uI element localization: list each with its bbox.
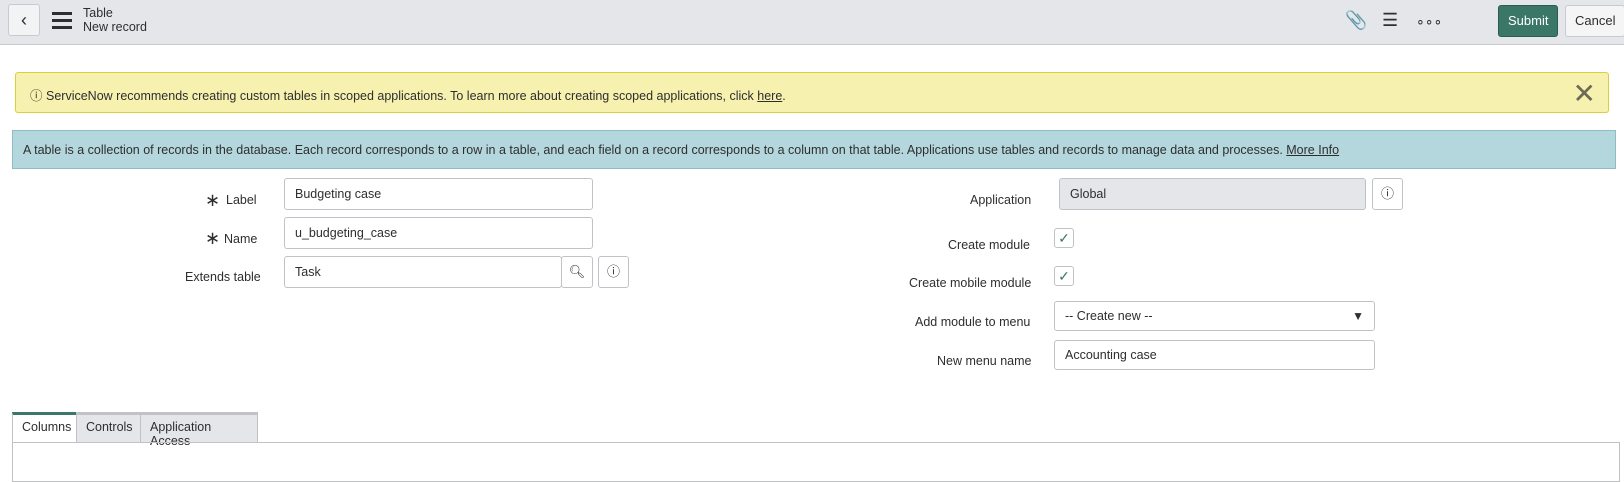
tab-columns[interactable]: Columns — [12, 412, 77, 443]
label-input[interactable]: Budgeting case — [284, 178, 593, 210]
create-mobile-module-checkbox[interactable]: ✓ — [1054, 266, 1074, 286]
record-subtitle: New record — [83, 20, 147, 34]
new-menu-name-input[interactable]: Accounting case — [1054, 340, 1375, 370]
required-icon: ∗ — [205, 228, 221, 248]
warning-text: ServiceNow recommends creating custom ta… — [46, 89, 758, 103]
extends-table-label: Extends table — [185, 270, 261, 284]
info-message: A table is a collection of records in th… — [12, 130, 1616, 169]
paperclip-icon[interactable]: 📎 — [1345, 10, 1367, 31]
label-label: Label — [226, 193, 257, 207]
tab-controls[interactable]: Controls — [76, 412, 141, 443]
table-title: Table — [83, 6, 113, 20]
name-label: Name — [224, 232, 258, 246]
hamburger-menu-icon[interactable] — [52, 12, 72, 33]
info-icon[interactable]: ⓘ — [1372, 178, 1403, 210]
selected-option: -- Create new -- — [1065, 309, 1153, 323]
warning-end: . — [782, 89, 786, 103]
here-link[interactable]: here — [757, 89, 782, 103]
alert-icon: ⓘ — [30, 89, 43, 103]
create-mobile-module-label: Create mobile module — [909, 276, 1032, 290]
add-module-label: Add module to menu — [915, 315, 1031, 329]
submit-button[interactable]: Submit — [1498, 5, 1559, 37]
create-module-checkbox[interactable]: ✓ — [1054, 228, 1074, 248]
name-input[interactable]: u_budgeting_case — [284, 217, 593, 249]
scoped-app-warning: ⓘ ServiceNow recommends creating custom … — [15, 72, 1609, 113]
required-icon: ∗ — [205, 190, 221, 210]
more-options-icon[interactable]: ∘∘∘ — [1416, 13, 1442, 30]
application-label: Application — [970, 193, 1032, 207]
new-menu-name-label: New menu name — [937, 354, 1032, 368]
back-button[interactable]: ‹ — [8, 4, 40, 36]
info-text: A table is a collection of records in th… — [23, 143, 1287, 157]
header: ‹ Table New record 📎 ☰ ∘∘∘ Submit Cancel — [0, 0, 1624, 45]
tab-application-access[interactable]: Application Access — [140, 412, 258, 448]
close-icon[interactable]: ✕ — [1573, 77, 1596, 110]
info-icon[interactable]: ⓘ — [598, 256, 629, 288]
dropdown-arrow-icon: ▼ — [1352, 309, 1364, 323]
search-icon[interactable]: 🔍︎ — [561, 256, 593, 288]
cancel-button[interactable]: Cancel — [1565, 5, 1624, 37]
settings-sliders-icon[interactable]: ☰ — [1382, 10, 1398, 31]
page-title: Table New record — [83, 6, 147, 34]
add-module-select[interactable]: -- Create new -- ▼ — [1054, 301, 1375, 331]
create-module-label: Create module — [948, 238, 1030, 252]
tab-panel — [12, 442, 1620, 482]
application-input: Global — [1059, 178, 1366, 210]
chevron-left-icon: ‹ — [21, 9, 27, 30]
more-info-link[interactable]: More Info — [1286, 143, 1339, 157]
extends-table-input[interactable]: Task — [284, 256, 562, 288]
